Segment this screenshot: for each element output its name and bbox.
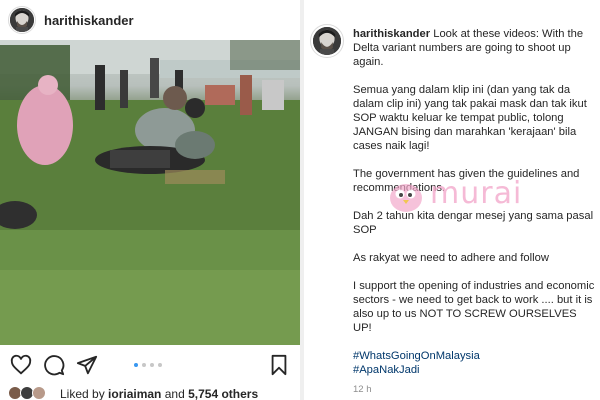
liker-avatar	[32, 386, 46, 400]
caption: harithiskander Look at these videos: Wit…	[353, 27, 595, 397]
bookmark-icon[interactable]	[268, 354, 290, 376]
post-actions	[0, 345, 300, 383]
carousel-dot	[142, 363, 146, 367]
likes-and: and	[161, 387, 189, 400]
caption-paragraph: As rakyat we need to adhere and follow	[353, 252, 549, 264]
share-icon[interactable]	[76, 354, 98, 376]
liker-username[interactable]: ioriaiman	[108, 387, 161, 400]
likes-prefix: Liked by	[60, 387, 109, 400]
right-post-caption: harithiskander Look at these videos: Wit…	[304, 0, 600, 400]
caption-paragraph: I support the opening of industries and …	[353, 280, 595, 334]
video-frame	[0, 40, 300, 345]
hashtag-link[interactable]: #ApaNakJadi	[353, 363, 595, 377]
heart-icon[interactable]	[10, 354, 32, 376]
caption-paragraph: Dah 2 tahun kita dengar mesej yang sama …	[353, 210, 594, 236]
carousel-dot	[158, 363, 162, 367]
caption-paragraph: The government has given the guidelines …	[353, 168, 580, 194]
left-post: harithiskander Liked by ioriaiman and 5,…	[0, 0, 300, 400]
caption-paragraph: Semua yang dalam klip ini (dan yang tak …	[353, 84, 587, 152]
post-header: harithiskander	[0, 0, 300, 40]
avatar[interactable]	[313, 27, 341, 55]
caption-username[interactable]: harithiskander	[353, 28, 430, 40]
carousel-indicator	[134, 363, 162, 367]
post-video[interactable]	[0, 40, 300, 345]
caption-first: harithiskander Look at these videos: Wit…	[353, 27, 595, 69]
post-username[interactable]: harithiskander	[44, 13, 134, 28]
comment-icon[interactable]	[43, 354, 65, 376]
hashtag-link[interactable]: #WhatsGoingOnMalaysia	[353, 349, 595, 363]
likes-row: Liked by ioriaiman and 5,754 others	[8, 384, 300, 400]
carousel-dot	[150, 363, 154, 367]
likes-text[interactable]: Liked by ioriaiman and 5,754 others	[60, 387, 258, 400]
post-timestamp[interactable]: 12 h	[353, 383, 595, 397]
likes-count[interactable]: 5,754 others	[188, 387, 258, 400]
carousel-dot	[134, 363, 138, 367]
avatar[interactable]	[10, 8, 34, 32]
